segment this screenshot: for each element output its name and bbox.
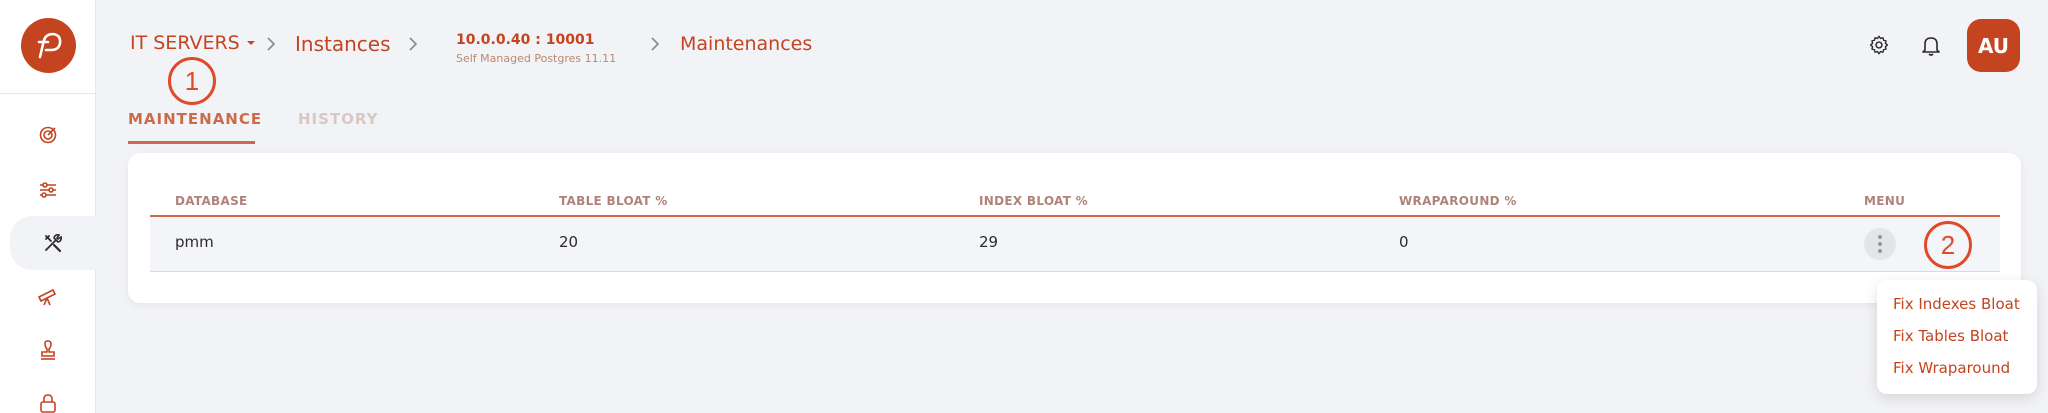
breadcrumb-root-label: IT SERVERS [130,32,240,54]
chevron-right-icon [267,37,276,51]
stamp-icon [41,340,55,360]
column-header-database: DATABASE [175,194,248,208]
sliders-icon [40,182,56,198]
tools-icon [45,234,62,253]
sidebar-item-dashboard[interactable] [0,108,96,162]
table-row [150,217,2000,272]
kebab-dot [1878,242,1882,246]
annotation-marker-1: 1 [168,57,216,105]
menu-item-fix-tables-bloat[interactable]: Fix Tables Bloat [1877,320,2037,352]
app-logo[interactable] [21,18,76,73]
column-header-index-bloat: INDEX BLOAT % [979,194,1088,208]
annotation-marker-2: 2 [1924,221,1972,269]
sidebar-item-observability[interactable] [0,270,96,324]
cell-table-bloat: 20 [559,233,579,251]
app-root: IT SERVERS Instances 10.0.0.40 : 10001 S… [0,0,2048,413]
chevron-right-icon [651,37,660,51]
settings-button[interactable] [1866,32,1892,58]
row-menu-button[interactable] [1864,228,1896,260]
column-header-table-bloat: TABLE BLOAT % [559,194,668,208]
telescope-icon [37,288,57,306]
caret-down-icon [246,41,255,45]
logo-glyph-icon [37,32,61,58]
user-avatar[interactable]: AU [1967,19,2020,72]
sidebar-item-security[interactable] [0,376,96,413]
breadcrumb-root[interactable]: IT SERVERS [130,32,256,54]
chevron-right-icon [409,37,418,51]
tab-maintenance[interactable]: MAINTENANCE [128,110,262,128]
tab-history[interactable]: HISTORY [298,110,379,128]
sidebar-item-configuration[interactable] [0,163,96,217]
row-actions-menu: Fix Indexes Bloat Fix Tables Bloat Fix W… [1877,280,2037,394]
cell-index-bloat: 29 [979,233,999,251]
breadcrumb-current-page: Maintenances [680,33,813,55]
breadcrumb-instance[interactable]: 10.0.0.40 : 10001 [456,32,594,48]
notifications-button[interactable] [1918,32,1944,58]
cell-database: pmm [175,233,214,251]
target-icon [39,126,57,144]
column-header-menu: MENU [1864,194,1906,208]
kebab-dot [1878,235,1882,239]
sidebar-divider [0,93,96,94]
sidebar [0,0,96,413]
table-row-divider [150,271,2000,272]
cell-wraparound: 0 [1399,233,1409,251]
bell-icon [1922,37,1940,56]
lock-icon [40,394,56,413]
breadcrumb-instances[interactable]: Instances [295,32,391,56]
menu-item-fix-wraparound[interactable]: Fix Wraparound [1877,352,2037,384]
breadcrumb-instance-subtitle: Self Managed Postgres 11.11 [456,52,617,65]
menu-item-fix-indexes-bloat[interactable]: Fix Indexes Bloat [1877,288,2037,320]
active-tab-indicator [128,141,255,144]
gear-icon [1869,35,1889,55]
sidebar-item-approvals[interactable] [0,323,96,377]
column-header-wraparound: WRAPAROUND % [1399,194,1517,208]
sidebar-item-maintenance[interactable] [10,216,96,270]
kebab-dot [1878,249,1882,253]
maintenance-table-card: DATABASE TABLE BLOAT % INDEX BLOAT % WRA… [128,153,2021,303]
